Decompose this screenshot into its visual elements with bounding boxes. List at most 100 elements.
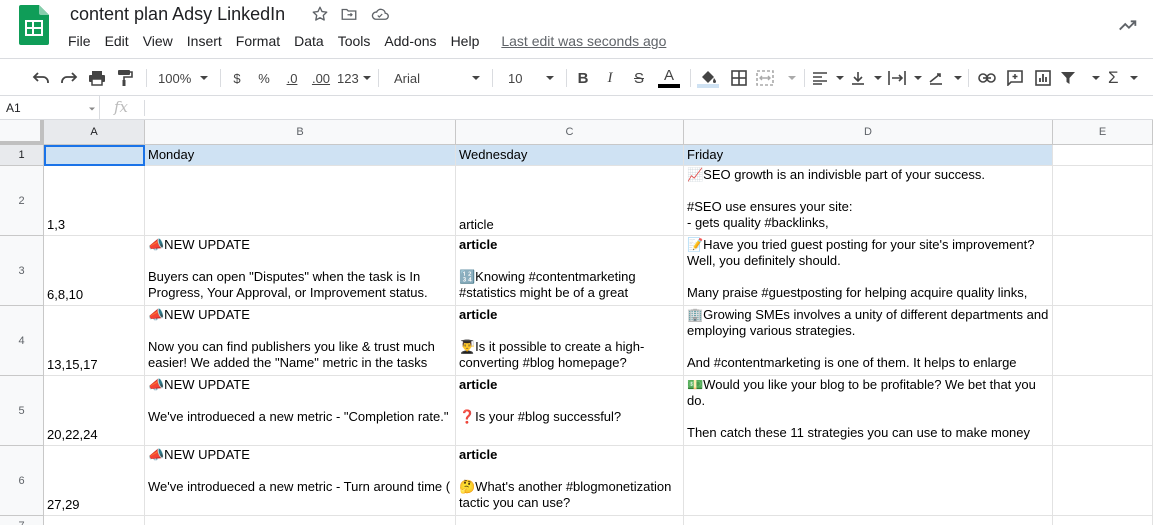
filter-icon[interactable] bbox=[1060, 67, 1100, 89]
cell-e1[interactable] bbox=[1053, 145, 1153, 166]
increase-decimal-button[interactable]: .00 bbox=[308, 67, 334, 89]
sheets-logo-icon[interactable] bbox=[19, 5, 49, 45]
font-size-value: 10 bbox=[508, 70, 523, 86]
text-wrapping-icon[interactable] bbox=[888, 67, 922, 89]
zoom-select[interactable]: 100% bbox=[152, 67, 214, 89]
cell-a6[interactable]: 27,29 bbox=[44, 446, 145, 516]
cell-c5[interactable]: article ❓Is your #blog successful? bbox=[456, 376, 684, 446]
cell-c6[interactable]: article 🤔What's another #blogmonetization… bbox=[456, 446, 684, 516]
text-color-button[interactable]: A bbox=[656, 67, 682, 89]
cell-b4[interactable]: 📣NEW UPDATE Now you can find publishers … bbox=[145, 306, 456, 376]
insert-comment-icon[interactable] bbox=[1004, 67, 1026, 89]
cell-b5[interactable]: 📣NEW UPDATE We've introdueced a new metr… bbox=[145, 376, 456, 446]
currency-format-button[interactable]: $ bbox=[228, 67, 246, 89]
italic-button[interactable]: I bbox=[601, 67, 619, 89]
menu-help[interactable]: Help bbox=[451, 33, 480, 51]
cell-a4[interactable]: 13,15,17 bbox=[44, 306, 145, 376]
menu-add-ons[interactable]: Add-ons bbox=[384, 33, 436, 51]
cell-a7[interactable] bbox=[44, 516, 145, 525]
cell-d3[interactable]: 📝Have you tried guest posting for your s… bbox=[684, 236, 1053, 306]
cell-b3[interactable]: 📣NEW UPDATE Buyers can open "Disputes" w… bbox=[145, 236, 456, 306]
cell-d2[interactable]: 📈SEO growth is an indivisble part of you… bbox=[684, 166, 1053, 236]
menu-tools[interactable]: Tools bbox=[338, 33, 371, 51]
cell-d7[interactable] bbox=[684, 516, 1053, 525]
menu-view[interactable]: View bbox=[143, 33, 173, 51]
number-format-select[interactable]: 123 bbox=[337, 67, 371, 89]
row-header-5[interactable]: 5 bbox=[0, 376, 44, 446]
merge-cells-icon[interactable] bbox=[756, 67, 796, 89]
borders-icon[interactable] bbox=[728, 67, 750, 89]
cloud-saved-icon[interactable] bbox=[370, 5, 390, 25]
horizontal-align-icon[interactable] bbox=[812, 67, 844, 89]
menu-insert[interactable]: Insert bbox=[187, 33, 222, 51]
cell-e2[interactable] bbox=[1053, 166, 1153, 236]
cell-d5[interactable]: 💵Would you like your blog to be profitab… bbox=[684, 376, 1053, 446]
cell-c1[interactable]: Wednesday bbox=[456, 145, 684, 166]
bold-button[interactable]: B bbox=[574, 67, 592, 89]
row-header-4[interactable]: 4 bbox=[0, 306, 44, 376]
paint-format-icon[interactable] bbox=[114, 67, 136, 89]
column-header-e[interactable]: E bbox=[1053, 120, 1153, 145]
text-rotation-icon[interactable] bbox=[928, 67, 962, 89]
cell-e6[interactable] bbox=[1053, 446, 1153, 516]
font-family-select[interactable]: Arial bbox=[386, 67, 484, 89]
font-family-value: Arial bbox=[394, 70, 421, 86]
insert-link-icon[interactable] bbox=[976, 67, 998, 89]
strikethrough-button[interactable]: S bbox=[630, 67, 648, 89]
column-header-d[interactable]: D bbox=[684, 120, 1053, 145]
cell-e5[interactable] bbox=[1053, 376, 1153, 446]
star-icon[interactable] bbox=[311, 5, 331, 25]
cell-b6[interactable]: 📣NEW UPDATE We've introdueced a new metr… bbox=[145, 446, 456, 516]
column-header-c[interactable]: C bbox=[456, 120, 684, 145]
cell-a3[interactable]: 6,8,10 bbox=[44, 236, 145, 306]
functions-icon[interactable]: Σ bbox=[1108, 67, 1138, 89]
menu-edit[interactable]: Edit bbox=[105, 33, 129, 51]
insert-chart-icon[interactable] bbox=[1032, 67, 1054, 89]
menu-file[interactable]: File bbox=[68, 33, 91, 51]
filter-caret-icon bbox=[1092, 76, 1100, 80]
document-title[interactable]: content plan Adsy LinkedIn bbox=[70, 4, 285, 25]
cell-d6[interactable] bbox=[684, 446, 1053, 516]
cell-a1[interactable] bbox=[44, 145, 145, 166]
cell-c4[interactable]: article 👨‍🎓Is it possible to create a hig… bbox=[456, 306, 684, 376]
cell-a5[interactable]: 20,22,24 bbox=[44, 376, 145, 446]
formula-input[interactable] bbox=[150, 99, 1140, 117]
row-header-3[interactable]: 3 bbox=[0, 236, 44, 306]
menu-format[interactable]: Format bbox=[236, 33, 280, 51]
move-to-folder-icon[interactable] bbox=[340, 5, 360, 25]
row-header-6[interactable]: 6 bbox=[0, 446, 44, 516]
percent-format-button[interactable]: % bbox=[255, 67, 273, 89]
toolbar-divider bbox=[968, 69, 969, 87]
cell-e7[interactable] bbox=[1053, 516, 1153, 525]
cell-a2[interactable]: 1,3 bbox=[44, 166, 145, 236]
column-header-a[interactable]: A bbox=[44, 120, 145, 145]
decrease-decimal-button[interactable]: .0 bbox=[281, 67, 303, 89]
redo-icon[interactable] bbox=[58, 67, 80, 89]
row-header-2[interactable]: 2 bbox=[0, 166, 44, 236]
cell-b2[interactable] bbox=[145, 166, 456, 236]
vertical-align-icon[interactable] bbox=[850, 67, 882, 89]
cell-b1[interactable]: Monday bbox=[145, 145, 456, 166]
activity-trend-icon[interactable] bbox=[1117, 14, 1139, 36]
last-edit-link[interactable]: Last edit was seconds ago bbox=[501, 33, 666, 51]
cell-c3[interactable]: article 🔢Knowing #contentmarketing #stati… bbox=[456, 236, 684, 306]
row-header-7[interactable]: 7 bbox=[0, 516, 44, 525]
undo-icon[interactable] bbox=[30, 67, 52, 89]
fill-color-button[interactable] bbox=[696, 67, 720, 89]
font-size-select[interactable]: 10 bbox=[500, 67, 558, 89]
cell-e4[interactable] bbox=[1053, 306, 1153, 376]
menu-data[interactable]: Data bbox=[294, 33, 324, 51]
cell-c7[interactable] bbox=[456, 516, 684, 525]
cell-b7[interactable] bbox=[145, 516, 456, 525]
name-box-caret-icon[interactable] bbox=[89, 107, 95, 111]
row-header-1[interactable]: 1 bbox=[0, 145, 44, 166]
cell-c2[interactable]: article bbox=[456, 166, 684, 236]
print-icon[interactable] bbox=[86, 67, 108, 89]
cell-d4[interactable]: 🏢Growing SMEs involves a unity of differ… bbox=[684, 306, 1053, 376]
column-header-b[interactable]: B bbox=[145, 120, 456, 145]
select-all-corner[interactable] bbox=[0, 120, 44, 145]
cell-e3[interactable] bbox=[1053, 236, 1153, 306]
name-box[interactable]: A1 bbox=[0, 96, 100, 120]
cell-d1[interactable]: Friday bbox=[684, 145, 1053, 166]
font-family-caret-icon bbox=[472, 76, 480, 80]
